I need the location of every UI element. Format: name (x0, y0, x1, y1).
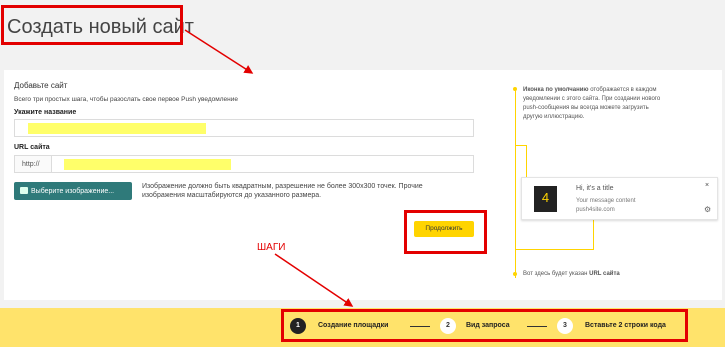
notification-url: push4site.com (576, 207, 615, 213)
image-note: Изображение должно быть квадратным, разр… (142, 183, 423, 199)
arrow-to-form (184, 29, 254, 74)
highlight-mark (64, 159, 231, 170)
choose-image-button[interactable]: Выберите изображение... (14, 182, 132, 200)
section-title: Добавьте сайт (14, 81, 68, 90)
step-1-label: Создание площадки (318, 322, 389, 329)
annotation-title-frame (1, 5, 183, 45)
notification-preview: 4 Hi, it's a title Your message content … (521, 177, 718, 220)
step-separator (410, 326, 430, 327)
guide-line (593, 220, 594, 250)
url-hint: Вот здесь будет указан URL сайта (523, 271, 620, 277)
icon-hint: Иконка по умолчанию отображается в каждо… (523, 86, 663, 122)
step-1-number: 1 (290, 318, 306, 334)
gear-icon[interactable]: ⚙ (704, 205, 711, 214)
step-3-number: 3 (557, 318, 573, 334)
close-icon[interactable]: × (705, 182, 709, 189)
choose-image-label: Выберите изображение... (31, 188, 115, 195)
continue-button[interactable]: Продолжить (414, 221, 474, 237)
step-separator (527, 326, 547, 327)
step-2-label: Вид запроса (466, 322, 510, 329)
notification-message: Your message content (576, 198, 636, 204)
intro-text: Всего три простых шага, чтобы разослать … (14, 96, 239, 103)
notification-logo-icon: 4 (534, 186, 557, 212)
steps-annotation: ШАГИ (257, 242, 286, 253)
guide-dot (513, 272, 517, 276)
url-hint-text: Вот здесь будет указан (523, 271, 590, 277)
image-icon (20, 187, 28, 194)
url-prefix: http:// (14, 155, 52, 173)
name-label: Укажите название (14, 109, 77, 116)
url-label: URL сайта (14, 144, 50, 151)
notification-title: Hi, it's a title (576, 185, 614, 192)
guide-dot (513, 87, 517, 91)
highlight-mark (28, 123, 206, 134)
guide-line (526, 145, 527, 177)
guide-line (515, 249, 593, 250)
step-3-label: Вставьте 2 строки кода (585, 322, 666, 329)
step-2-number: 2 (440, 318, 456, 334)
url-hint-bold: URL сайта (589, 271, 620, 277)
icon-hint-bold: Иконка по умолчанию (523, 87, 589, 93)
